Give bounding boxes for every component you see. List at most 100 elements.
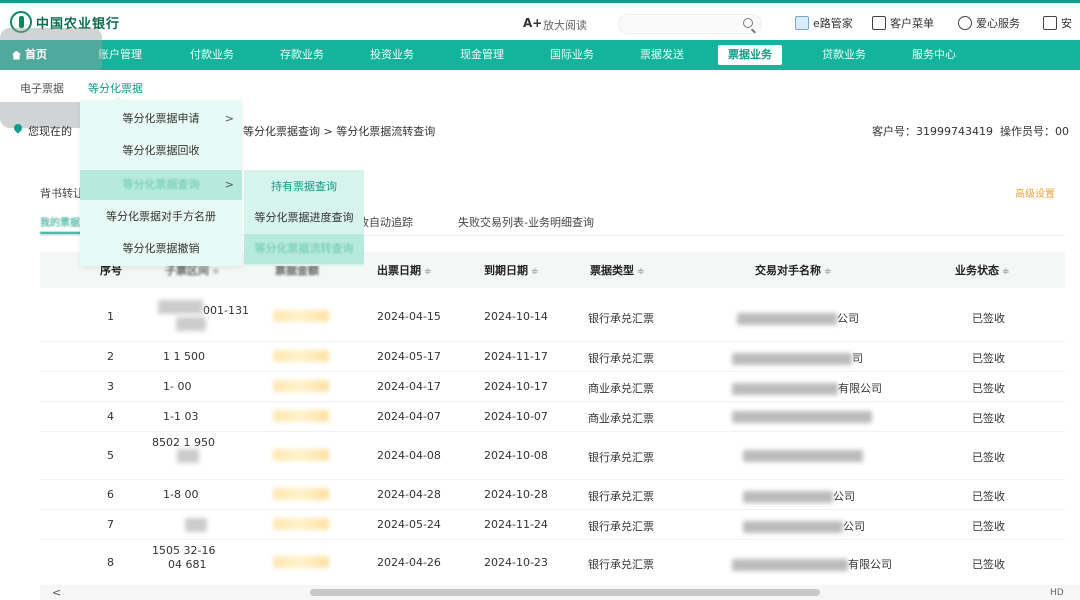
table-row[interactable]: 1 001-131 2024-04-15 2024-10-14 银行承兑汇票 公… <box>40 290 1065 342</box>
nav-item-bill-business[interactable]: 票据业务 <box>718 45 782 65</box>
row-issue-date: 2024-04-17 <box>377 380 441 393</box>
table-row[interactable]: 8 1505 32-16 04 681 2024-04-26 2024-10-23… <box>40 540 1065 588</box>
row-due-date: 2024-10-28 <box>484 488 548 501</box>
horizontal-scrollbar[interactable]: < <box>40 585 1080 600</box>
row-range-line1: 8502 1 950 <box>152 436 215 449</box>
th-due-date[interactable]: 到期日期 ≑ <box>484 262 539 278</box>
row-range: 8502 1 950 <box>152 436 215 466</box>
masked-amount <box>273 488 329 500</box>
menu-item-counterparty-list-label: 等分化票据对手方名册 <box>106 210 216 223</box>
row-status: 已签收 <box>972 412 1005 425</box>
main-nav: 账户管理 付款业务 存款业务 投资业务 现金管理 国际业务 票据发送 票据业务 … <box>0 40 1080 70</box>
nav-item-loan[interactable]: 贷款业务 <box>822 40 866 70</box>
nav-item-account[interactable]: 账户管理 <box>98 40 142 70</box>
nav-item-international[interactable]: 国际业务 <box>550 40 594 70</box>
scroll-left-icon[interactable]: < <box>52 586 61 599</box>
search-icon[interactable] <box>743 18 753 28</box>
masked-name <box>732 353 852 365</box>
menu-item-flow-query[interactable]: 等分化票据流转查询 <box>244 234 364 264</box>
logout-icon <box>1043 16 1057 30</box>
row-range: 1- 00 <box>163 380 192 393</box>
menu-item-revoke[interactable]: 等分化票据撤销 <box>80 234 242 264</box>
tab-failed-transactions[interactable]: 失败交易列表-业务明细查询 <box>458 214 594 230</box>
table-row[interactable]: 3 1- 00 2024-04-17 2024-10-17 商业承兑汇票 有限公… <box>40 372 1065 402</box>
row-issue-date: 2024-04-15 <box>377 310 441 323</box>
row-issue-date: 2024-05-17 <box>377 350 441 363</box>
chevron-right-icon: > <box>224 178 234 191</box>
row-counterparty-suffix: 公司 <box>837 312 859 325</box>
menu-item-holding-query[interactable]: 持有票据查询 <box>244 172 364 202</box>
nav-item-investment[interactable]: 投资业务 <box>370 40 414 70</box>
logout-link[interactable]: 安 <box>1043 15 1072 31</box>
th-bill-type-label: 票据类型 <box>590 264 634 277</box>
row-issue-date: 2024-04-08 <box>377 449 441 462</box>
row-range-line1: 001-131 <box>203 304 249 317</box>
th-issue-date[interactable]: 出票日期 ≑ <box>377 262 432 278</box>
nav-item-cash[interactable]: 现金管理 <box>460 40 504 70</box>
row-bill-type: 银行承兑汇票 <box>588 352 654 365</box>
row-amount <box>273 350 329 365</box>
menu-item-query[interactable]: 等分化票据查询 > <box>80 170 242 200</box>
sort-icon: ≑ <box>824 267 832 277</box>
advanced-settings-link[interactable]: 高级设置 <box>1015 185 1055 200</box>
row-index: 7 <box>107 518 114 531</box>
menu-item-counterparty-list[interactable]: 等分化票据对手方名册 <box>80 202 242 232</box>
customer-menu-label: 客户菜单 <box>890 17 934 30</box>
sort-icon: ≑ <box>1002 267 1010 277</box>
row-counterparty-suffix: 有限公司 <box>848 558 892 571</box>
sort-icon: ≑ <box>637 267 645 277</box>
scroll-thumb[interactable] <box>310 589 820 596</box>
table-row[interactable]: 4 1-1 03 2024-04-07 2024-10-07 商业承兑汇票 已签… <box>40 402 1065 432</box>
menu-item-recycle[interactable]: 等分化票据回收 <box>80 136 242 166</box>
tab-my-bills[interactable]: 我的票据 <box>40 214 82 234</box>
row-due-date: 2024-10-23 <box>484 556 548 569</box>
row-amount <box>273 556 329 571</box>
query-submenu: 持有票据查询 等分化票据进度查询 等分化票据流转查询 <box>244 170 364 266</box>
search-input[interactable] <box>618 14 762 34</box>
font-size-label[interactable]: 放大阅读 <box>543 17 587 33</box>
subnav-item-split-bill[interactable]: 等分化票据 <box>88 80 143 96</box>
table-row[interactable]: 6 1-8 00 2024-04-28 2024-10-28 银行承兑汇票 公司… <box>40 480 1065 510</box>
th-counterparty[interactable]: 交易对手名称 ≑ <box>755 262 832 278</box>
font-size-toggle[interactable]: A+ <box>523 16 542 30</box>
th-status-label: 业务状态 <box>955 264 999 277</box>
row-counterparty: 公司 <box>737 310 859 326</box>
row-index: 8 <box>107 556 114 569</box>
table-row[interactable]: 7 2024-05-24 2024-11-24 银行承兑汇票 公司 已签收 <box>40 510 1065 540</box>
customer-info: 客户号：31999743419 操作员号：00 <box>872 123 1069 139</box>
e-manager-link[interactable]: e路管家 <box>795 15 853 31</box>
nav-item-service-center[interactable]: 服务中心 <box>912 40 956 70</box>
row-range: 1505 32-16 04 681 <box>152 544 215 572</box>
row-bill-type: 银行承兑汇票 <box>588 520 654 533</box>
row-amount <box>273 310 329 325</box>
sort-icon: ≑ <box>531 267 539 277</box>
row-bill-type: 银行承兑汇票 <box>588 451 654 464</box>
row-status: 已签收 <box>972 451 1005 464</box>
nav-item-bill-send[interactable]: 票据发送 <box>640 40 684 70</box>
table-row[interactable]: 5 8502 1 950 2024-04-08 2024-10-08 银行承兑汇… <box>40 432 1065 480</box>
table-row[interactable]: 2 1 1 500 2024-05-17 2024-11-17 银行承兑汇票 司… <box>40 342 1065 372</box>
nav-item-payment[interactable]: 付款业务 <box>190 40 234 70</box>
subnav-item-electronic-bill[interactable]: 电子票据 <box>20 80 64 96</box>
customer-menu-link[interactable]: 客户菜单 <box>872 15 934 31</box>
masked-amount <box>273 350 329 362</box>
th-bill-type[interactable]: 票据类型 ≑ <box>590 262 645 278</box>
nav-item-deposit[interactable]: 存款业务 <box>280 40 324 70</box>
menu-item-progress-query[interactable]: 等分化票据进度查询 <box>244 203 364 233</box>
row-issue-date: 2024-05-24 <box>377 518 441 531</box>
row-range <box>185 518 207 535</box>
th-status[interactable]: 业务状态 ≑ <box>955 262 1010 278</box>
row-counterparty: 公司 <box>743 518 865 534</box>
breadcrumb-location-label: 您现在的 <box>28 125 72 138</box>
customer-no: 31999743419 <box>916 125 993 138</box>
nav-item-home[interactable]: 首页 <box>12 40 47 70</box>
row-bill-type: 商业承兑汇票 <box>588 382 654 395</box>
row-amount <box>273 380 329 395</box>
care-service-link[interactable]: 爱心服务 <box>958 15 1020 31</box>
row-due-date: 2024-10-07 <box>484 410 548 423</box>
row-index: 5 <box>107 449 114 462</box>
row-bill-type: 商业承兑汇票 <box>588 412 654 425</box>
menu-item-apply[interactable]: 等分化票据申请 > <box>80 104 242 134</box>
masked-name <box>743 521 843 533</box>
masked-bill-no <box>158 300 203 314</box>
